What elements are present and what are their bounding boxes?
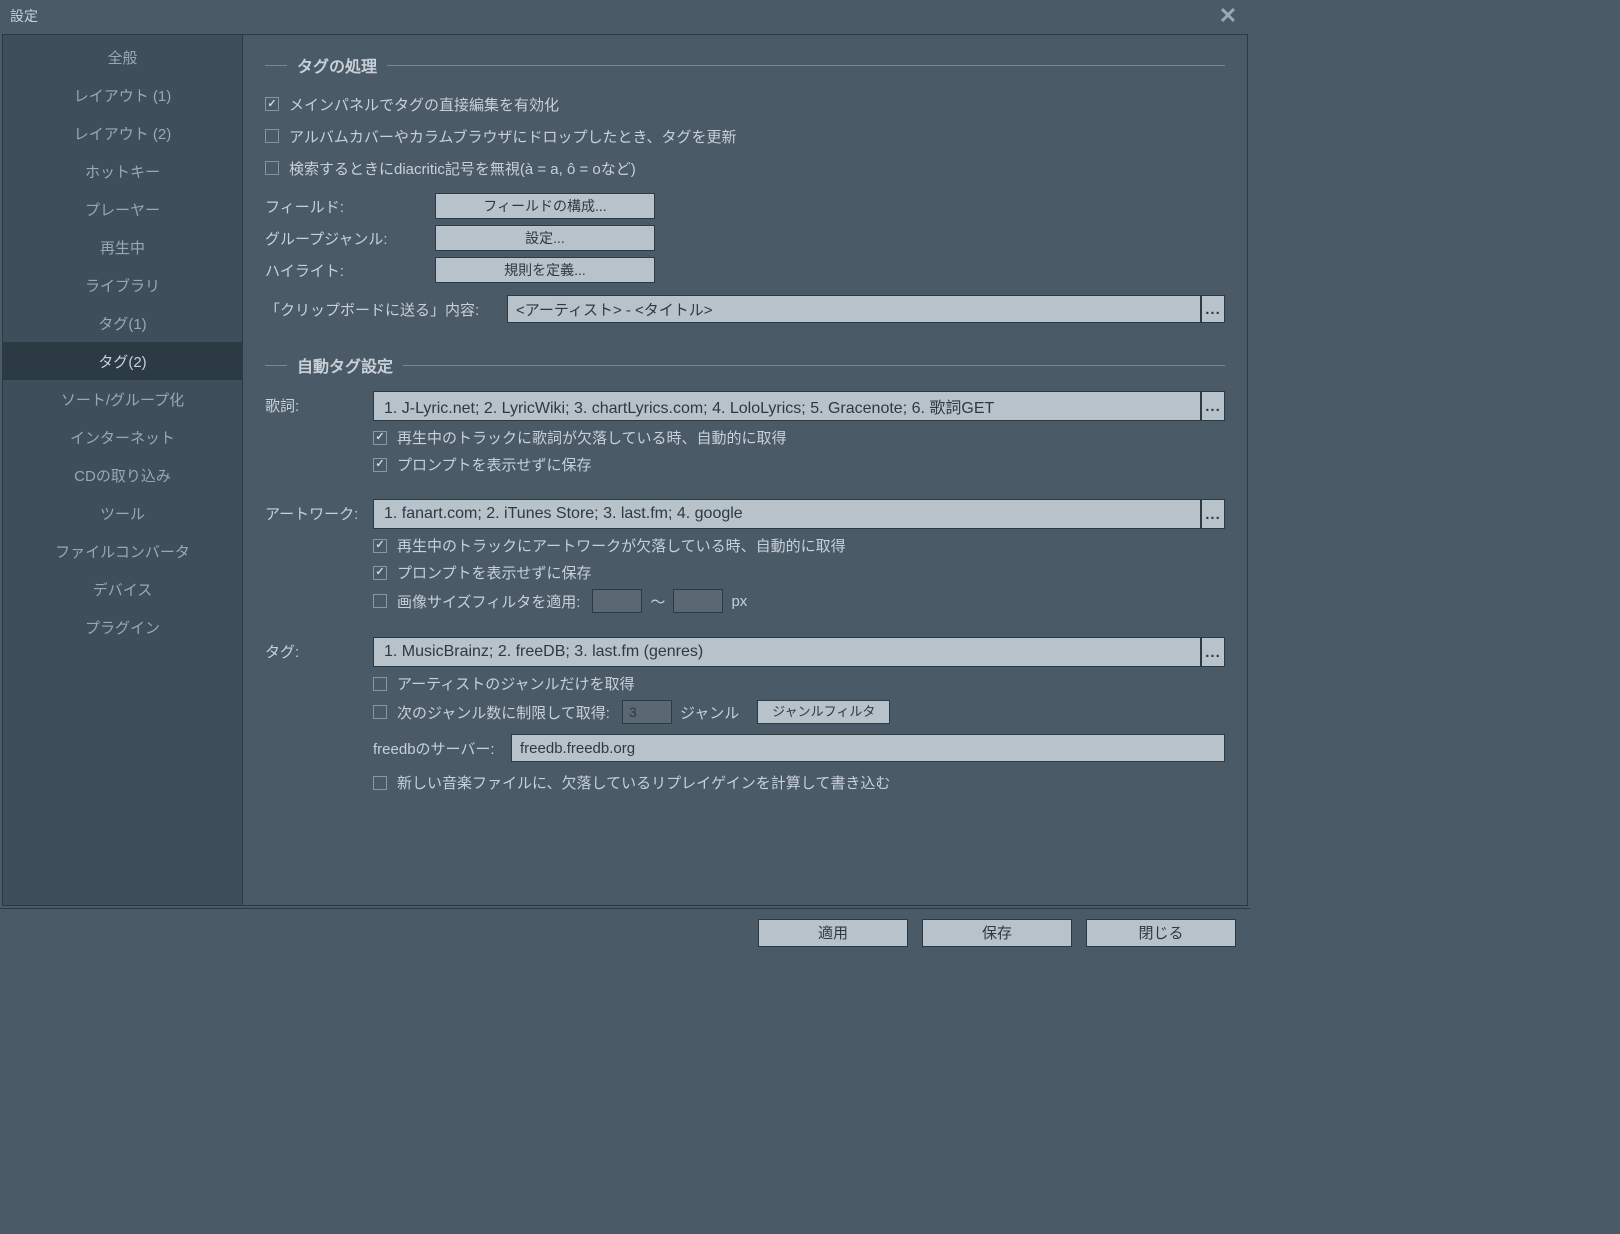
genre-limit-input[interactable] [622, 700, 672, 724]
sidebar-item-tag-2[interactable]: タグ(2) [3, 342, 242, 380]
sidebar-item-tag-1[interactable]: タグ(1) [3, 304, 242, 342]
sidebar-item-plugin[interactable]: プラグイン [3, 608, 242, 646]
label-lyrics-auto: 再生中のトラックに歌詞が欠落している時、自動的に取得 [397, 427, 787, 448]
checkbox-artwork-save-noprompt[interactable] [373, 566, 387, 580]
label-replaygain: 新しい音楽ファイルに、欠落しているリプレイゲインを計算して書き込む [397, 772, 890, 793]
label-field: フィールド: [265, 196, 435, 217]
sidebar-item-general[interactable]: 全般 [3, 38, 242, 76]
image-size-max-input[interactable] [673, 589, 723, 613]
label-update-on-drop: アルバムカバーやカラムブラウザにドロップしたとき、タグを更新 [289, 126, 736, 147]
sidebar-item-sort-group[interactable]: ソート/グループ化 [3, 380, 242, 418]
apply-button[interactable]: 適用 [758, 919, 908, 947]
footer: 適用 保存 閉じる [0, 908, 1250, 956]
close-icon[interactable]: ✕ [1216, 4, 1240, 28]
artwork-providers-input[interactable] [373, 499, 1201, 529]
sidebar-item-library[interactable]: ライブラリ [3, 266, 242, 304]
label-tag: タグ: [265, 637, 373, 793]
checkbox-lyrics-auto[interactable] [373, 431, 387, 445]
checkbox-limit-genre-count[interactable] [373, 705, 387, 719]
genre-filter-button[interactable]: ジャンルフィルタ [757, 700, 890, 724]
image-size-min-input[interactable] [592, 589, 642, 613]
label-tilde: ～ [650, 591, 665, 612]
label-artwork-auto: 再生中のトラックにアートワークが欠落している時、自動的に取得 [397, 535, 846, 556]
label-lyrics-save-noprompt: プロンプトを表示せずに保存 [397, 454, 592, 475]
label-artist-genre-only: アーティストのジャンルだけを取得 [397, 673, 634, 694]
checkbox-ignore-diacritic[interactable] [265, 161, 279, 175]
clipboard-input[interactable] [507, 295, 1201, 323]
sidebar-item-hotkey[interactable]: ホットキー [3, 152, 242, 190]
checkbox-artist-genre-only[interactable] [373, 677, 387, 691]
close-button[interactable]: 閉じる [1086, 919, 1236, 947]
lyrics-providers-input[interactable] [373, 391, 1201, 421]
sidebar-item-nowplaying[interactable]: 再生中 [3, 228, 242, 266]
checkbox-update-on-drop[interactable] [265, 129, 279, 143]
titlebar: 設定 ✕ [0, 0, 1250, 32]
label-image-size-filter: 画像サイズフィルタを適用: [397, 591, 580, 612]
label-limit-genre-count: 次のジャンル数に制限して取得: [397, 702, 610, 723]
label-enable-direct-edit: メインパネルでタグの直接編集を有効化 [289, 94, 559, 115]
checkbox-enable-direct-edit[interactable] [265, 97, 279, 111]
label-px: px [731, 593, 747, 610]
checkbox-replaygain[interactable] [373, 776, 387, 790]
label-artwork: アートワーク: [265, 499, 373, 613]
section-tag-handling: タグの処理 [265, 53, 1225, 77]
label-highlight: ハイライト: [265, 260, 435, 281]
label-ignore-diacritic: 検索するときにdiacritic記号を無視(à = a, ô = oなど) [289, 158, 636, 179]
save-button[interactable]: 保存 [922, 919, 1072, 947]
label-clipboard: 「クリップボードに送る」内容: [265, 299, 507, 320]
label-artwork-save-noprompt: プロンプトを表示せずに保存 [397, 562, 592, 583]
label-freedb: freedbのサーバー: [373, 738, 511, 759]
tag-providers-input[interactable] [373, 637, 1201, 667]
sidebar-item-player[interactable]: プレーヤー [3, 190, 242, 228]
content-panel: タグの処理 メインパネルでタグの直接編集を有効化 アルバムカバーやカラムブラウザ… [243, 35, 1247, 905]
sidebar-item-layout-1[interactable]: レイアウト (1) [3, 76, 242, 114]
sidebar-item-tools[interactable]: ツール [3, 494, 242, 532]
sidebar-item-layout-2[interactable]: レイアウト (2) [3, 114, 242, 152]
lyrics-more-button[interactable]: ... [1201, 391, 1225, 421]
sidebar: 全般 レイアウト (1) レイアウト (2) ホットキー プレーヤー 再生中 ラ… [3, 35, 243, 905]
section-auto-tag: 自動タグ設定 [265, 353, 1225, 377]
artwork-more-button[interactable]: ... [1201, 499, 1225, 529]
clipboard-more-button[interactable]: ... [1201, 295, 1225, 323]
field-config-button[interactable]: フィールドの構成... [435, 193, 655, 219]
sidebar-item-file-converter[interactable]: ファイルコンバータ [3, 532, 242, 570]
checkbox-artwork-auto[interactable] [373, 539, 387, 553]
checkbox-lyrics-save-noprompt[interactable] [373, 458, 387, 472]
highlight-button[interactable]: 規則を定義... [435, 257, 655, 283]
label-group-genre: グループジャンル: [265, 228, 435, 249]
freedb-server-input[interactable] [511, 734, 1225, 762]
label-genre-unit: ジャンル [680, 702, 739, 723]
window-title: 設定 [10, 6, 38, 26]
sidebar-item-device[interactable]: デバイス [3, 570, 242, 608]
tag-more-button[interactable]: ... [1201, 637, 1225, 667]
checkbox-image-size-filter[interactable] [373, 594, 387, 608]
group-genre-button[interactable]: 設定... [435, 225, 655, 251]
label-lyrics: 歌詞: [265, 391, 373, 475]
sidebar-item-cd-rip[interactable]: CDの取り込み [3, 456, 242, 494]
sidebar-item-internet[interactable]: インターネット [3, 418, 242, 456]
